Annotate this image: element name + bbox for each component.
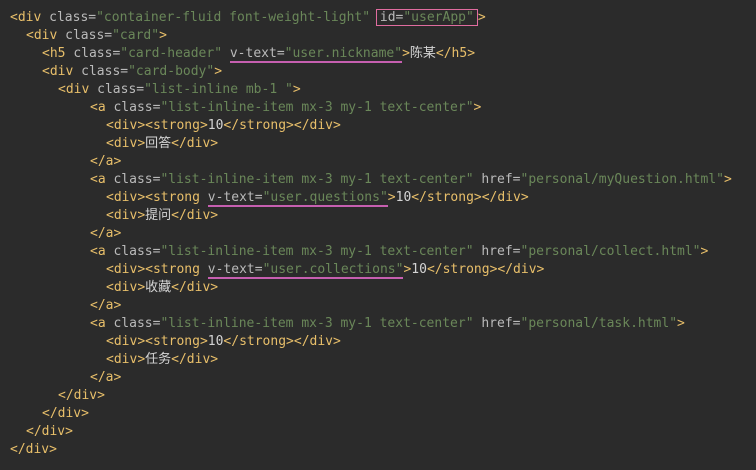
code-line[interactable]: <div class="card"> [0,27,756,45]
code-line[interactable]: <div><strong v-text="user.collections">1… [0,261,756,279]
code-line[interactable]: <div><strong>10</strong></div> [0,117,756,135]
code-line[interactable]: <div><strong v-text="user.questions">10<… [0,189,756,207]
code-line[interactable]: <div>任务</div> [0,351,756,369]
code-line[interactable]: <div>收藏</div> [0,279,756,297]
code-line[interactable]: </a> [0,369,756,387]
code-line[interactable]: <div class="container-fluid font-weight-… [0,9,756,27]
code-line[interactable]: </a> [0,297,756,315]
code-editor[interactable]: <div class="container-fluid font-weight-… [0,0,756,470]
highlight-underline: v-text="user.nickname" [229,46,403,63]
code-line[interactable]: <div class="card-body"> [0,63,756,81]
code-line[interactable]: </a> [0,225,756,243]
code-line[interactable]: <a class="list-inline-item mx-3 my-1 tex… [0,315,756,333]
highlight-box: id="userApp" [375,9,478,26]
code-line[interactable]: </a> [0,153,756,171]
code-line[interactable]: <div>提问</div> [0,207,756,225]
code-line[interactable]: <a class="list-inline-item mx-3 my-1 tex… [0,171,756,189]
highlight-underline: v-text="user.collections" [207,262,404,279]
code-line[interactable]: </div> [0,405,756,423]
code-line[interactable]: </div> [0,387,756,405]
code-line[interactable]: <div>回答</div> [0,135,756,153]
code-line[interactable]: <a class="list-inline-item mx-3 my-1 tex… [0,99,756,117]
code-line[interactable]: <a class="list-inline-item mx-3 my-1 tex… [0,243,756,261]
code-line[interactable]: </div> [0,423,756,441]
code-line[interactable]: <h5 class="card-header" v-text="user.nic… [0,45,756,63]
highlight-underline: v-text="user.questions" [207,190,388,207]
code-line[interactable]: <div class="list-inline mb-1 "> [0,81,756,99]
code-line[interactable]: </div> [0,441,756,459]
code-line[interactable]: <div><strong>10</strong></div> [0,333,756,351]
